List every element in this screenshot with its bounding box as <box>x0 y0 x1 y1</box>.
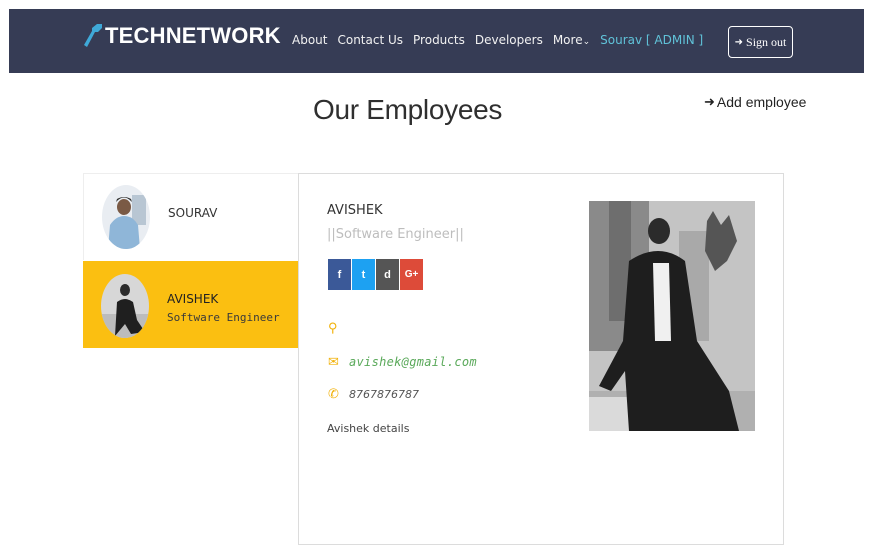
detail-phone: 8767876787 <box>349 388 419 401</box>
nav-developers[interactable]: Developers <box>475 33 543 47</box>
nav-user[interactable]: Sourav [ ADMIN ] <box>600 33 703 47</box>
map-marker-icon: ⚲ <box>328 320 338 335</box>
add-employee-label: Add employee <box>716 94 807 110</box>
detail-name: AVISHEK <box>327 203 383 218</box>
detail-role: ||Software Engineer|| <box>327 227 464 242</box>
detail-description: Avishek details <box>327 422 410 435</box>
employee-name: SOURAV <box>168 206 218 220</box>
navbar: TECHNETWORK About Contact Us Products De… <box>9 9 864 73</box>
nav-contact[interactable]: Contact Us <box>337 33 403 47</box>
brand-name: TECHNETWORK <box>105 23 281 48</box>
envelope-icon: ✉ <box>328 354 339 369</box>
nav-about[interactable]: About <box>292 33 327 47</box>
detail-email[interactable]: avishek@gmail.com <box>349 355 477 369</box>
add-employee-button[interactable]: ➜ Add employee <box>704 94 806 110</box>
nav-more-label: More <box>552 33 583 47</box>
employee-item-sourav[interactable]: SOURAV <box>83 173 298 260</box>
google-plus-icon[interactable]: G+ <box>400 259 423 290</box>
nav-products[interactable]: Products <box>413 33 465 47</box>
employee-name: AVISHEK <box>167 292 219 306</box>
employee-item-avishek[interactable]: AVISHEK Software Engineer <box>83 261 312 348</box>
chevron-down-icon: ⌄ <box>582 37 591 47</box>
avatar <box>101 274 149 338</box>
employee-role: Software Engineer <box>167 311 280 324</box>
nav-more-dropdown[interactable]: More⌄ <box>553 33 590 47</box>
employee-detail-card: AVISHEK ||Software Engineer|| f t d G+ ⚲… <box>298 173 784 545</box>
nav-menu: About Contact Us Products Developers Mor… <box>292 33 703 47</box>
employee-photo <box>589 201 755 431</box>
arrow-right-icon: ➜ <box>704 94 715 109</box>
sign-out-icon: ➜ <box>734 36 744 48</box>
signout-button[interactable]: ➜ Sign out <box>728 26 793 58</box>
facebook-icon[interactable]: f <box>328 259 351 290</box>
brand-logo[interactable]: TECHNETWORK <box>83 21 281 51</box>
signout-label: Sign out <box>746 34 787 49</box>
wrench-icon <box>84 24 102 47</box>
social-links: f t d G+ <box>328 259 423 290</box>
twitter-icon[interactable]: t <box>352 259 375 290</box>
page-title: Our Employees <box>313 94 503 125</box>
phone-icon: ✆ <box>328 386 339 401</box>
employee-list: SOURAV AVISHEK Software Engineer <box>83 173 312 349</box>
avatar <box>102 185 150 249</box>
dribbble-icon[interactable]: d <box>376 259 399 290</box>
